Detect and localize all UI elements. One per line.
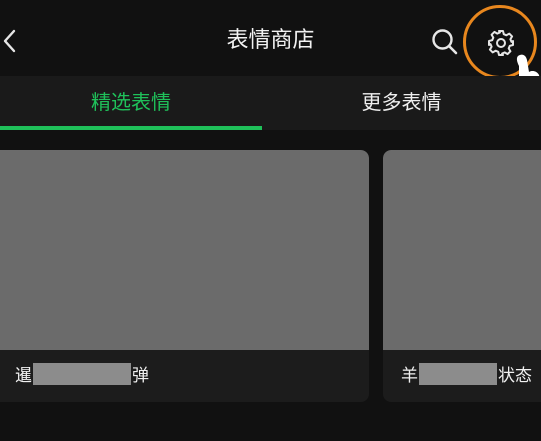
top-bar: 表情商店 — [0, 0, 541, 102]
sticker-card[interactable]: 羊 状态 — [383, 150, 541, 402]
sticker-card-title: 羊 状态 — [383, 350, 541, 402]
sticker-list: 暹弹 羊状态 — [0, 130, 541, 441]
tab-bar: 精选表情 更多表情 — [0, 76, 541, 130]
redacted-text — [33, 363, 131, 385]
sticker-card[interactable]: 暹弹 — [0, 150, 369, 402]
sticker-thumbnail — [383, 150, 541, 350]
redacted-text — [419, 363, 497, 385]
tab-more-stickers[interactable]: 更多表情 — [262, 76, 541, 126]
tab-featured-stickers[interactable]: 精选表情 — [0, 76, 262, 126]
sticker-card-title: 暹弹 — [0, 350, 369, 402]
card-title-start: 羊 — [401, 366, 418, 386]
sticker-thumbnail — [0, 150, 369, 350]
card-title-end: 状态 — [498, 366, 532, 386]
card-title-end: 弹 — [132, 366, 149, 386]
card-title-start: 暹 — [15, 366, 32, 386]
search-icon[interactable] — [430, 27, 460, 57]
